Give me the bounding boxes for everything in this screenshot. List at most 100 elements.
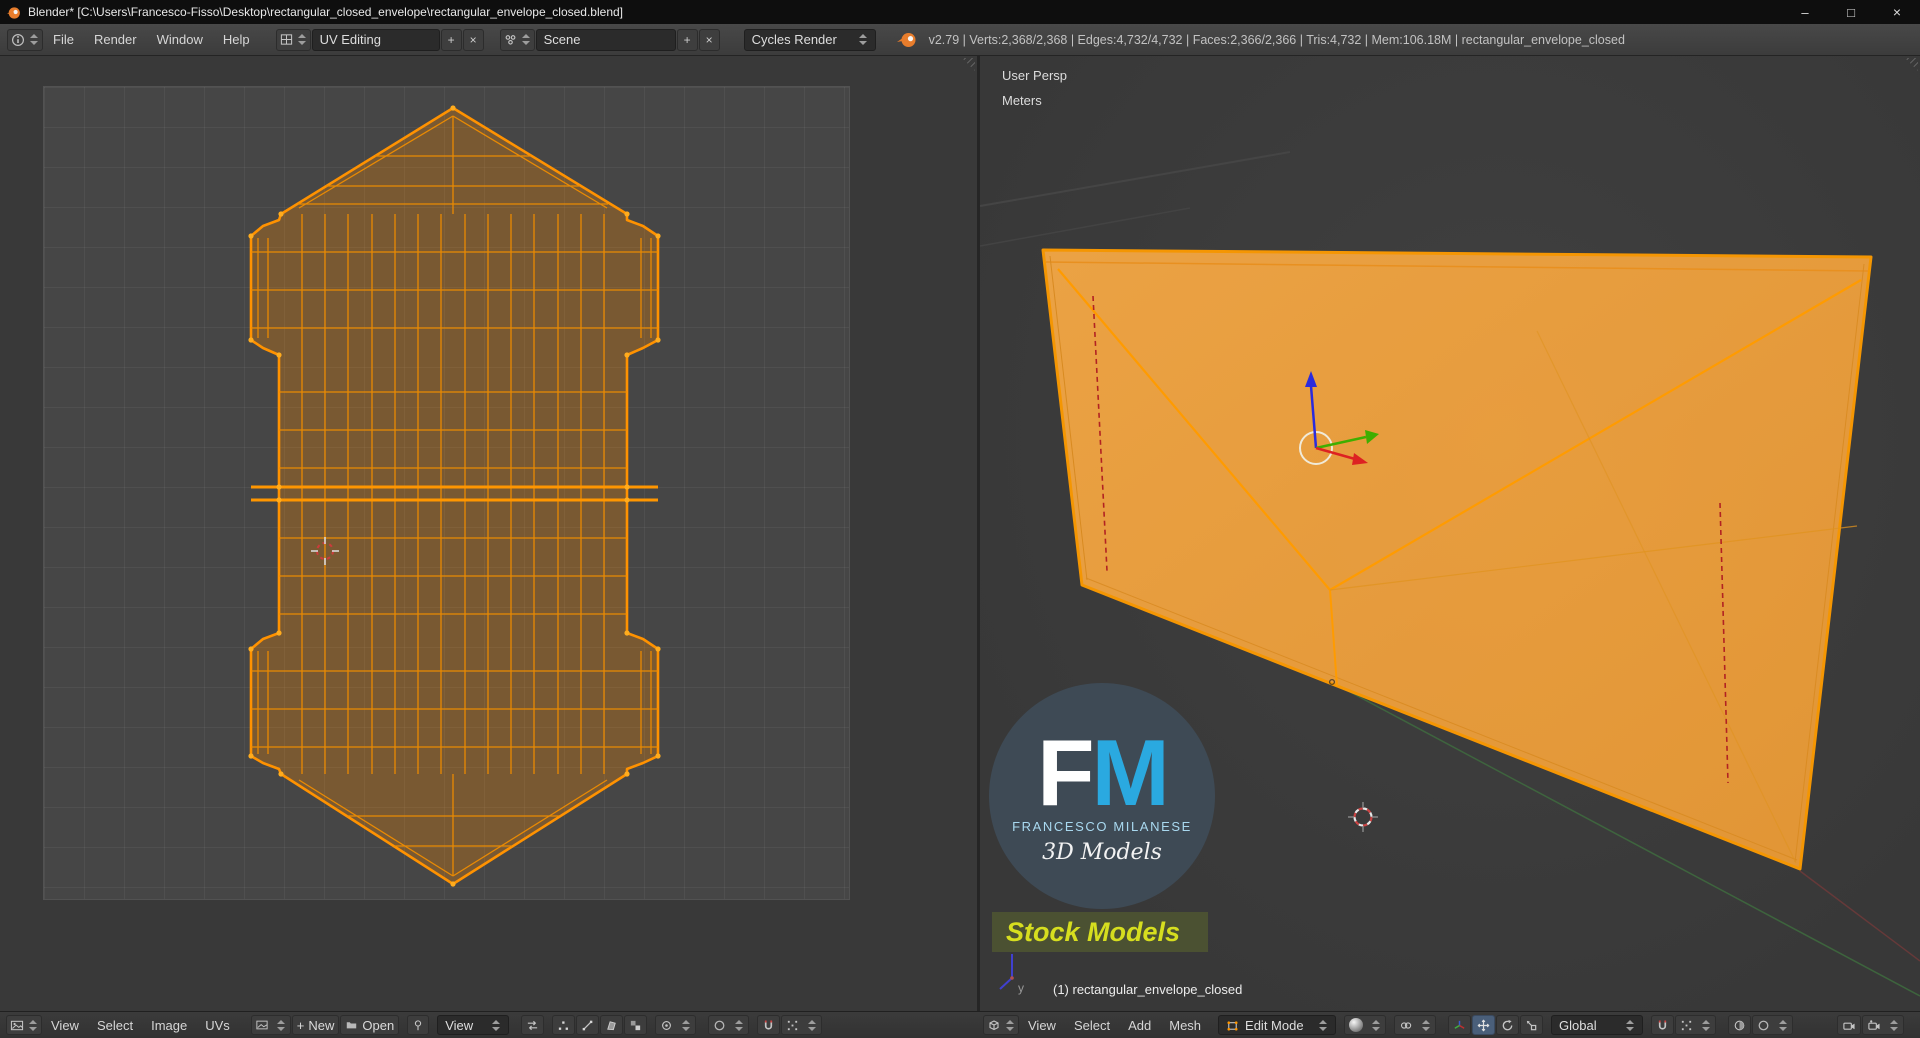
minimize-button[interactable]: – [1782, 0, 1828, 24]
v3d-menu-add[interactable]: Add [1119, 1012, 1160, 1038]
uv-image-editor[interactable] [0, 56, 977, 1011]
editor-headers: View Select Image UVs + New Open View Vi… [0, 1011, 1920, 1038]
dropdown-arrows-icon [682, 1019, 691, 1031]
proportional-edit-dropdown[interactable] [1752, 1015, 1794, 1035]
occlude-geometry-button[interactable] [1728, 1015, 1752, 1035]
open-image-button[interactable]: Open [340, 1015, 400, 1035]
maximize-button[interactable]: □ [1828, 0, 1874, 24]
logo-tagline: 3D Models [1042, 840, 1162, 866]
dropdown-arrows-icon [492, 1019, 501, 1031]
snap-toggle-button[interactable] [1651, 1015, 1675, 1035]
proportional-edit-dropdown[interactable] [708, 1015, 750, 1035]
uv-menu-image[interactable]: Image [142, 1012, 196, 1038]
layout-grid-icon [280, 34, 292, 45]
window-title: Blender* [C:\Users\Francesco-Fisso\Deskt… [28, 5, 624, 19]
browse-image-icon [256, 1020, 268, 1030]
opengl-render-still-button[interactable] [1837, 1015, 1861, 1035]
snap-element-dropdown[interactable] [1675, 1015, 1717, 1035]
sticky-selection-dropdown[interactable] [655, 1015, 697, 1035]
manipulator-toggle-button[interactable] [1448, 1015, 1472, 1035]
image-editor-icon [10, 1020, 24, 1030]
dropdown-arrows-icon [1372, 1019, 1381, 1031]
magnet-icon [765, 1019, 773, 1030]
menu-help[interactable]: Help [213, 24, 260, 55]
dropdown-arrows-icon [1319, 1019, 1328, 1031]
view-name-overlay: User Persp [1002, 68, 1068, 83]
transform-orientation-dropdown[interactable]: Global [1551, 1015, 1644, 1035]
translate-icon [1477, 1019, 1490, 1031]
uv-menu-select[interactable]: Select [88, 1012, 142, 1038]
vertex-select-icon [559, 1020, 569, 1030]
pin-image-button[interactable] [407, 1015, 430, 1035]
uv-sync-selection-toggle[interactable] [521, 1015, 545, 1035]
uv-editor-header: View Select Image UVs + New Open View [0, 1011, 977, 1038]
pivot-point-dropdown[interactable] [1394, 1015, 1437, 1035]
editor-resize-grip[interactable] [1905, 58, 1918, 71]
add-scene-button[interactable]: + [676, 28, 698, 51]
dropdown-arrows-icon [735, 1019, 744, 1031]
add-layout-button[interactable]: + [440, 28, 462, 51]
snap-toggle-button[interactable] [757, 1015, 781, 1035]
dropdown-arrows-icon [1006, 1019, 1015, 1031]
opengl-render-anim-button[interactable] [1862, 1015, 1904, 1035]
rotate-icon [1502, 1019, 1513, 1030]
screen-layout-browse-button[interactable] [275, 28, 311, 51]
select-mode-face-button[interactable] [600, 1015, 624, 1035]
close-button[interactable]: × [1874, 0, 1920, 24]
dropdown-arrows-icon [521, 34, 531, 45]
screen-layout-selector: UV Editing + × [275, 28, 484, 51]
pivot-point-icon [1401, 1021, 1412, 1029]
manipulator-rotate-button[interactable] [1496, 1015, 1520, 1035]
dropdown-arrows-icon [1422, 1019, 1431, 1031]
v3d-menu-view[interactable]: View [1019, 1012, 1065, 1038]
sync-arrows-icon [528, 1020, 538, 1030]
manipulator-translate-button[interactable] [1472, 1015, 1496, 1035]
magnet-icon [1658, 1019, 1667, 1030]
scene-statistics: v2.79 | Verts:2,368/2,368 | Edges:4,732/… [928, 32, 1625, 47]
title-bar: Blender* [C:\Users\Francesco-Fisso\Deskt… [0, 0, 1920, 24]
uv-menu-view[interactable]: View [42, 1012, 88, 1038]
mode-dropdown[interactable]: Edit Mode [1218, 1015, 1337, 1035]
uv-menu-uvs[interactable]: UVs [196, 1012, 239, 1038]
menu-file[interactable]: File [43, 24, 84, 55]
browse-image-button[interactable] [250, 1015, 291, 1035]
new-image-button[interactable]: + New [291, 1015, 340, 1035]
logo-letter-m: M [1091, 719, 1170, 825]
proportional-edit-icon [714, 1020, 725, 1030]
menu-render[interactable]: Render [84, 24, 147, 55]
scale-icon [1526, 1020, 1537, 1030]
uv-grid-canvas [43, 86, 850, 900]
editor-type-button-image[interactable] [6, 1015, 42, 1035]
logo-name: FRANCESCO MILANESE [1012, 819, 1192, 835]
snap-mode-dropdown[interactable] [781, 1015, 823, 1035]
viewport-shading-dropdown[interactable] [1344, 1015, 1387, 1035]
v3d-menu-mesh[interactable]: Mesh [1160, 1012, 1210, 1038]
watermark-logo: F M FRANCESCO MILANESE 3D Models [989, 683, 1215, 909]
3d-viewport[interactable]: F M FRANCESCO MILANESE 3D Models Stock M… [980, 56, 1920, 1011]
delete-scene-button[interactable]: × [698, 28, 720, 51]
v3d-menu-select[interactable]: Select [1065, 1012, 1119, 1038]
scene-browse-button[interactable] [499, 28, 535, 51]
menu-window[interactable]: Window [147, 24, 213, 55]
manipulator-scale-button[interactable] [1520, 1015, 1544, 1035]
face-select-icon [607, 1020, 617, 1030]
scene-field[interactable]: Scene [535, 28, 676, 51]
blender-logo-icon [896, 32, 916, 47]
delete-layout-button[interactable]: × [462, 28, 484, 51]
select-mode-island-button[interactable] [624, 1015, 648, 1035]
render-engine-dropdown[interactable]: Cycles Render [743, 28, 876, 51]
dropdown-arrows-icon [297, 34, 307, 45]
camera-anim-icon [1868, 1019, 1880, 1030]
editor-type-info-button[interactable] [7, 28, 43, 51]
select-mode-edge-button[interactable] [576, 1015, 600, 1035]
camera-render-icon [1843, 1022, 1855, 1030]
info-icon [11, 33, 25, 46]
screen-layout-field[interactable]: UV Editing [311, 28, 440, 51]
proportional-edit-icon [1758, 1020, 1769, 1030]
active-object-overlay: (1) rectangular_envelope_closed [1053, 982, 1243, 997]
editor-resize-grip[interactable] [962, 58, 975, 71]
scene-selector: Scene + × [499, 28, 720, 51]
select-mode-vertex-button[interactable] [552, 1015, 576, 1035]
uv-mode-dropdown[interactable]: View [437, 1015, 510, 1035]
editor-type-button-3d[interactable] [983, 1015, 1019, 1035]
